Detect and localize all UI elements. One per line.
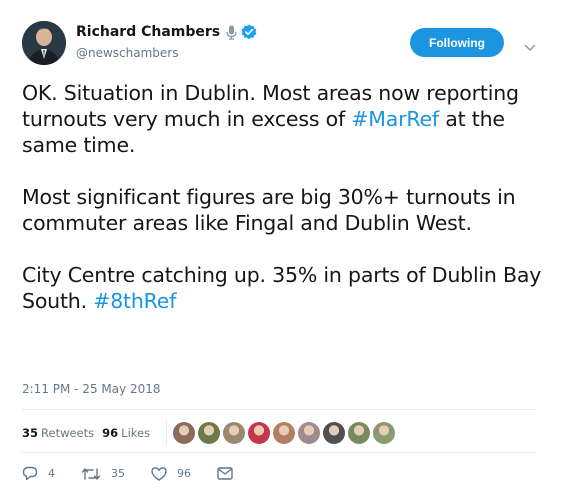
liker-avatar[interactable]	[173, 422, 195, 444]
direct-message-button[interactable]	[217, 467, 233, 480]
like-count: 96	[177, 467, 191, 480]
envelope-icon	[217, 467, 233, 480]
liker-avatar[interactable]	[273, 422, 295, 444]
liker-avatar[interactable]	[198, 422, 220, 444]
hashtag-link[interactable]: #8thRef	[93, 289, 176, 313]
liker-avatar[interactable]	[223, 422, 245, 444]
avatar-image	[22, 21, 66, 65]
liker-avatar[interactable]	[323, 422, 345, 444]
chevron-down-icon[interactable]	[524, 38, 536, 52]
microphone-icon	[226, 25, 237, 40]
retweets-label: Retweets	[41, 426, 95, 440]
divider	[22, 452, 536, 453]
tweet-text: OK. Situation in Dublin. Most areas now …	[22, 80, 552, 314]
reply-icon	[22, 466, 38, 481]
heart-icon	[151, 466, 167, 481]
tweet-text-segment: Most significant figures are big 30%+ tu…	[22, 185, 516, 235]
tweet-card: Richard Chambers @newschambers Following…	[0, 0, 564, 500]
liker-avatar[interactable]	[248, 422, 270, 444]
divider	[22, 409, 536, 410]
retweets-count: 35	[22, 426, 39, 440]
reply-count: 4	[48, 467, 55, 480]
retweets-stat[interactable]: 35 Retweets	[22, 426, 94, 440]
reply-button[interactable]: 4	[22, 466, 55, 481]
following-button[interactable]: Following	[410, 28, 504, 57]
tweet-paragraph: City Centre catching up. 35% in parts of…	[22, 262, 552, 314]
verified-badge-icon	[241, 24, 257, 40]
liker-avatar[interactable]	[373, 422, 395, 444]
retweet-icon	[81, 467, 101, 480]
retweet-button[interactable]: 35	[81, 467, 125, 481]
like-button[interactable]: 96	[151, 466, 191, 481]
author-name[interactable]: Richard Chambers	[76, 24, 220, 40]
liker-avatars	[166, 420, 398, 446]
likes-label: Likes	[121, 426, 151, 440]
engagement-stats: 35 Retweets 96 Likes	[22, 426, 158, 440]
likes-count: 96	[102, 426, 119, 440]
tweet-paragraph: OK. Situation in Dublin. Most areas now …	[22, 80, 552, 158]
author-handle[interactable]: @newschambers	[76, 46, 179, 60]
liker-avatar[interactable]	[348, 422, 370, 444]
avatar[interactable]	[22, 21, 66, 65]
retweet-count: 35	[111, 467, 125, 480]
tweet-paragraph: Most significant figures are big 30%+ tu…	[22, 184, 552, 236]
liker-avatar[interactable]	[298, 422, 320, 444]
tweet-timestamp[interactable]: 2:11 PM - 25 May 2018	[22, 382, 161, 396]
tweet-actions: 4 35 96	[22, 466, 259, 481]
author-row: Richard Chambers	[76, 24, 257, 40]
hashtag-link[interactable]: #MarRef	[351, 107, 439, 131]
likes-stat[interactable]: 96 Likes	[102, 426, 150, 440]
